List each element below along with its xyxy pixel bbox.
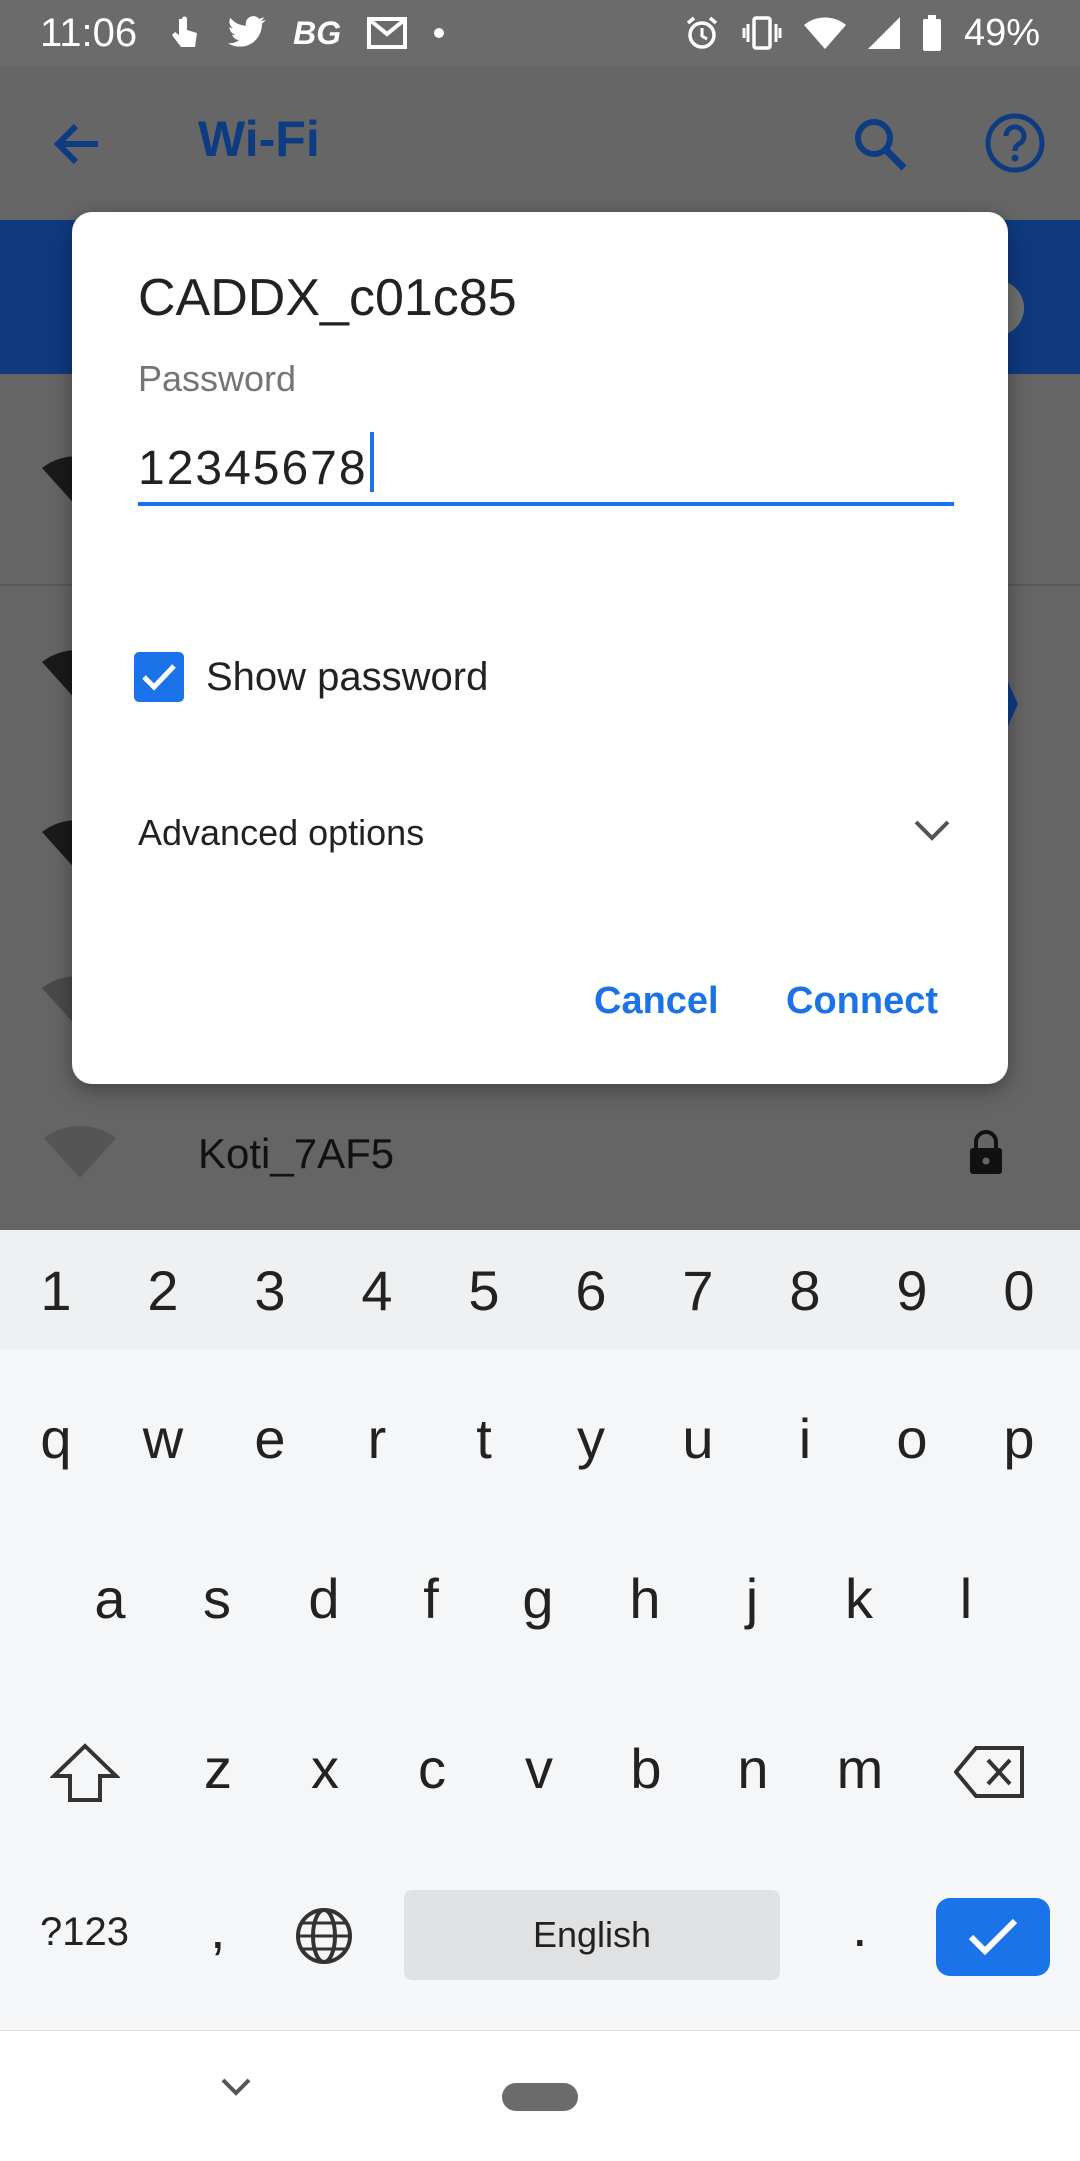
period-key[interactable]: .: [852, 1894, 868, 1959]
key-5[interactable]: 5: [434, 1258, 534, 1323]
key-p[interactable]: p: [969, 1406, 1069, 1471]
page-title: Wi-Fi: [198, 111, 320, 167]
key-l[interactable]: l: [916, 1566, 1016, 1631]
network-name: Koti_7AF5: [198, 1130, 395, 1177]
app-bar: Wi-Fi: [0, 66, 1080, 220]
key-c[interactable]: c: [382, 1736, 482, 1801]
key-y[interactable]: y: [541, 1406, 641, 1471]
key-e[interactable]: e: [220, 1406, 320, 1471]
advanced-options[interactable]: Advanced options: [138, 812, 424, 854]
battery-percent: 49%: [963, 11, 1040, 54]
key-3[interactable]: 3: [220, 1258, 320, 1323]
text-cursor: [369, 432, 374, 492]
search-icon[interactable]: [850, 114, 910, 174]
key-a[interactable]: a: [60, 1566, 160, 1631]
battery-icon: [922, 15, 941, 51]
key-j[interactable]: j: [702, 1566, 802, 1631]
chevron-down-icon[interactable]: [912, 816, 952, 842]
key-s[interactable]: s: [167, 1566, 267, 1631]
carrier-badge: BG: [293, 14, 342, 51]
key-6[interactable]: 6: [541, 1258, 641, 1323]
check-icon: [142, 664, 176, 691]
home-pill[interactable]: [502, 2083, 578, 2111]
key-t[interactable]: t: [434, 1406, 534, 1471]
backspace-icon[interactable]: [954, 1746, 1026, 1798]
key-g[interactable]: g: [488, 1566, 588, 1631]
show-password-row[interactable]: Show password: [134, 652, 488, 702]
key-b[interactable]: b: [596, 1736, 696, 1801]
help-icon[interactable]: [984, 112, 1046, 174]
status-time: 11:06: [40, 10, 138, 55]
key-v[interactable]: v: [489, 1736, 589, 1801]
keyboard: 1234567890 qwertyuiop asdfghjkl zxcvbnm …: [0, 1230, 1080, 2030]
shift-icon[interactable]: [50, 1742, 120, 1804]
twitter-icon: [228, 16, 266, 47]
chevron-down-icon[interactable]: [220, 2077, 252, 2097]
key-0[interactable]: 0: [969, 1258, 1069, 1323]
key-8[interactable]: 8: [755, 1258, 855, 1323]
symbols-key[interactable]: ?123: [40, 1910, 129, 1955]
lock-icon: [970, 1130, 1002, 1174]
cancel-button[interactable]: Cancel: [594, 980, 719, 1023]
key-i[interactable]: i: [755, 1406, 855, 1471]
notification-icons: BG: [167, 15, 445, 52]
key-4[interactable]: 4: [327, 1258, 427, 1323]
key-2[interactable]: 2: [113, 1258, 213, 1323]
key-d[interactable]: d: [274, 1566, 374, 1631]
wifi-network-row[interactable]: Koti_7AF5: [0, 1090, 1080, 1210]
dialog-title: CADDX_c01c85: [138, 269, 517, 327]
key-m[interactable]: m: [810, 1736, 910, 1801]
key-o[interactable]: o: [862, 1406, 962, 1471]
wifi-status-icon: [803, 17, 846, 49]
gmail-icon: [367, 17, 408, 49]
vibrate-icon: [742, 16, 782, 50]
wifi-password-dialog: CADDX_c01c85 Password 12345678 Show pass…: [72, 212, 1008, 1084]
key-7[interactable]: 7: [648, 1258, 748, 1323]
key-q[interactable]: q: [6, 1406, 106, 1471]
connect-button[interactable]: Connect: [786, 980, 938, 1023]
dot-icon: [434, 28, 445, 38]
signal-icon: [867, 17, 900, 49]
key-r[interactable]: r: [327, 1406, 427, 1471]
globe-icon[interactable]: [294, 1906, 354, 1966]
key-z[interactable]: z: [168, 1736, 268, 1801]
back-arrow-icon[interactable]: [48, 114, 108, 174]
password-value: 12345678: [138, 442, 368, 495]
system-icons: 49%: [684, 12, 1040, 55]
touch-icon: [172, 16, 198, 47]
wifi-icon: [44, 1126, 116, 1178]
check-icon: [968, 1918, 1018, 1956]
key-u[interactable]: u: [648, 1406, 748, 1471]
key-k[interactable]: k: [809, 1566, 909, 1631]
space-key[interactable]: English: [404, 1890, 780, 1980]
key-w[interactable]: w: [113, 1406, 213, 1471]
password-field[interactable]: 12345678: [138, 432, 954, 506]
key-f[interactable]: f: [381, 1566, 481, 1631]
key-1[interactable]: 1: [6, 1258, 106, 1323]
key-n[interactable]: n: [703, 1736, 803, 1801]
comma-key[interactable]: ,: [210, 1896, 226, 1961]
key-9[interactable]: 9: [862, 1258, 962, 1323]
key-h[interactable]: h: [595, 1566, 695, 1631]
key-x[interactable]: x: [275, 1736, 375, 1801]
alarm-icon: [686, 16, 718, 49]
show-password-label: Show password: [206, 654, 489, 699]
password-label: Password: [138, 358, 297, 399]
navigation-bar: [0, 2030, 1080, 2161]
status-bar: 11:06 BG 49%: [0, 0, 1080, 66]
enter-key[interactable]: [936, 1898, 1050, 1976]
show-password-checkbox[interactable]: [134, 652, 184, 702]
